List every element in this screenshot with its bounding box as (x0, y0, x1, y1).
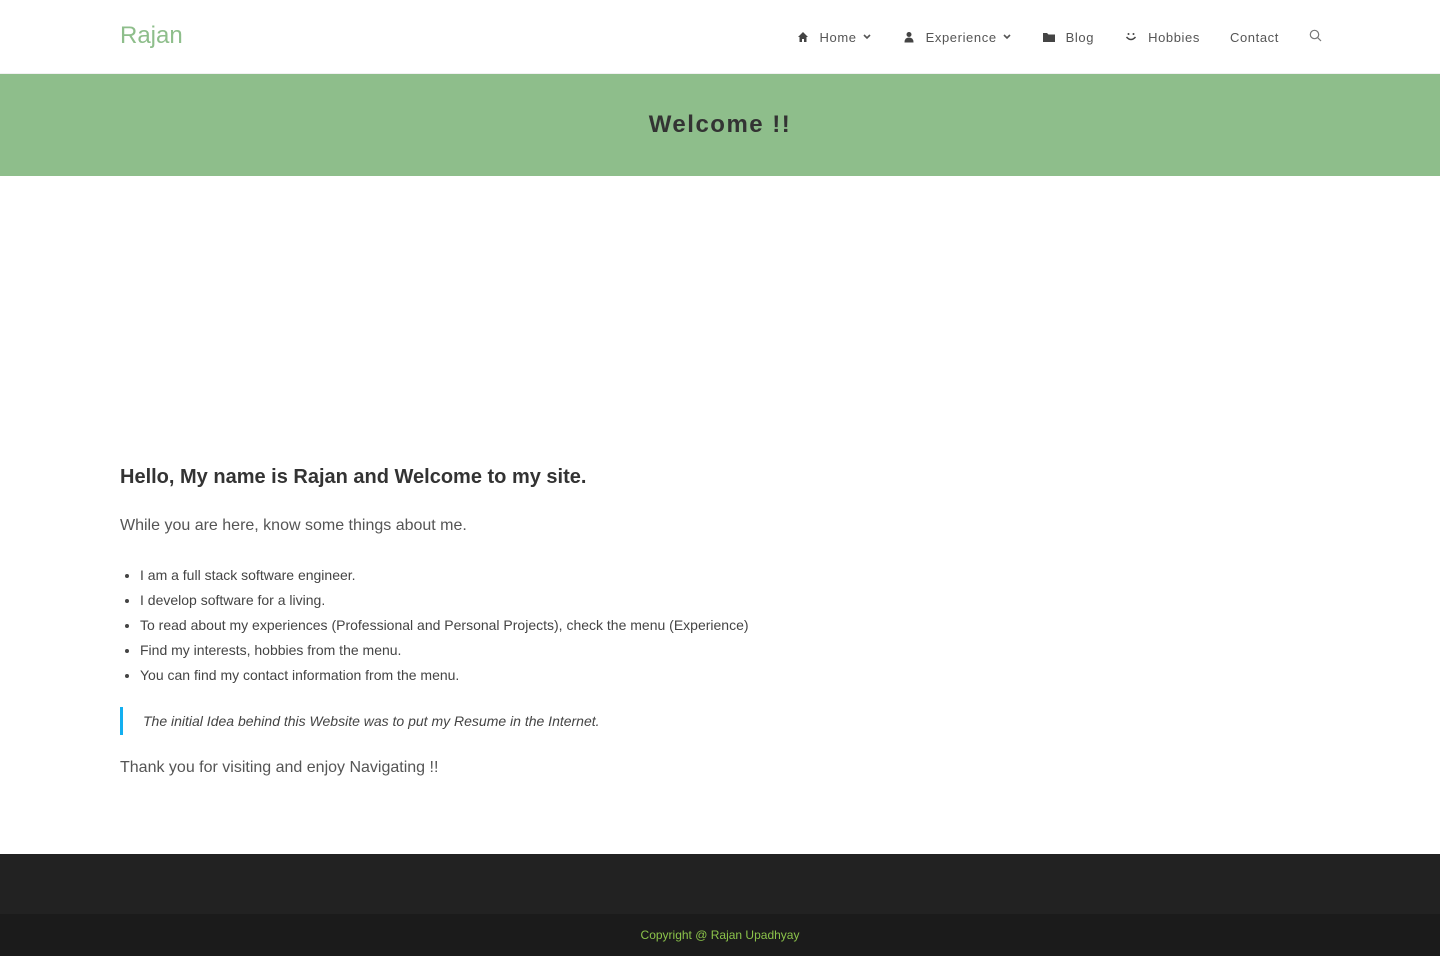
page-banner: Welcome !! (0, 74, 1440, 176)
search-icon (1309, 29, 1322, 45)
nav-item-hobbies[interactable]: Hobbies (1109, 0, 1215, 74)
footer-bottom: Copyright @ Rajan Upadhyay (0, 914, 1440, 956)
site-logo[interactable]: Rajan (120, 22, 183, 50)
user-icon (902, 30, 916, 44)
folder-icon (1042, 30, 1056, 44)
nav-label-contact: Contact (1229, 29, 1279, 45)
list-item: I develop software for a living. (140, 590, 749, 615)
nav-label-experience: Experience (925, 29, 997, 45)
home-icon (796, 30, 810, 44)
nav-item-contact[interactable]: Contact (1215, 0, 1294, 74)
nav-item-experience[interactable]: Experience (887, 0, 1027, 74)
intro-heading: Hello, My name is Rajan and Welcome to m… (120, 466, 587, 488)
nav-item-home[interactable]: Home (781, 0, 887, 74)
intro-text: While you are here, know some things abo… (120, 517, 467, 534)
nav-label-blog: Blog (1065, 29, 1095, 45)
copyright-text: Copyright @ Rajan Upadhyay (640, 928, 800, 942)
chevron-down-icon (862, 32, 872, 42)
blockquote: The initial Idea behind this Website was… (120, 707, 600, 735)
list-item: I am a full stack software engineer. (140, 565, 749, 590)
page-title: Welcome !! (648, 111, 792, 138)
facts-list: I am a full stack software engineer. I d… (120, 565, 749, 690)
smile-icon (1124, 30, 1138, 44)
footer-widgets (0, 854, 1440, 914)
nav-label-hobbies: Hobbies (1148, 29, 1200, 45)
search-button[interactable] (1294, 0, 1322, 74)
nav-label-home: Home (819, 29, 857, 45)
nav-item-blog[interactable]: Blog (1027, 0, 1109, 74)
chevron-down-icon (1002, 32, 1012, 42)
list-item: Find my interests, hobbies from the menu… (140, 640, 749, 665)
list-item: You can find my contact information from… (140, 665, 749, 690)
closing-text: Thank you for visiting and enjoy Navigat… (120, 759, 439, 776)
main-nav: Home Experience Blog Hobbies Contact (781, 0, 1322, 74)
site-header: Rajan Home Experience Blog Hobbies Conta… (0, 0, 1440, 74)
list-item: To read about my experiences (Profession… (140, 615, 749, 640)
